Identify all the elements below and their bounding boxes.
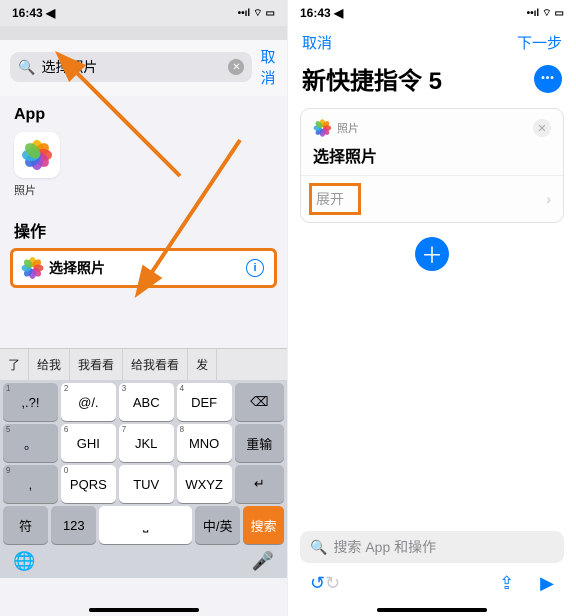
cand-0[interactable]: 了: [0, 349, 29, 380]
mic-icon[interactable]: 🎤: [252, 551, 274, 572]
cand-4[interactable]: 发: [188, 349, 217, 380]
signal-icon: ••ıl: [238, 8, 251, 19]
photos-icon: [23, 259, 41, 277]
location-icon: ◀: [46, 6, 55, 20]
photos-icon: [315, 121, 329, 135]
key-enter[interactable]: ↵: [235, 465, 284, 503]
key-lang[interactable]: 中/英: [195, 506, 240, 544]
photos-app-label: 照片: [14, 182, 273, 198]
expand-label: 展开: [316, 191, 344, 207]
home-indicator: [377, 608, 487, 612]
key-pqrs[interactable]: 0PQRS: [61, 465, 116, 503]
search-icon: 🔍: [18, 59, 35, 76]
toolbar: ↺ ↻ ⇪ ▶: [300, 571, 564, 594]
card-title: 选择照片: [313, 143, 551, 167]
cand-3[interactable]: 给我看看: [123, 349, 188, 380]
location-icon: ◀: [334, 6, 343, 20]
search-input[interactable]: [41, 59, 222, 75]
expand-row[interactable]: 展开 ›: [301, 175, 563, 222]
search-actions[interactable]: 🔍 搜索 App 和操作: [300, 531, 564, 563]
globe-icon[interactable]: 🌐: [13, 551, 35, 572]
cancel-button[interactable]: 取消: [302, 32, 332, 53]
key-def[interactable]: 4DEF: [177, 383, 232, 421]
close-icon[interactable]: ✕: [533, 119, 551, 137]
info-icon[interactable]: i: [246, 259, 264, 277]
key-symbols[interactable]: 符: [3, 506, 48, 544]
section-action: 操作: [0, 208, 287, 246]
key-123[interactable]: 123: [51, 506, 96, 544]
wifi-icon: ⌔: [542, 7, 551, 20]
key-space[interactable]: ⎵: [99, 506, 192, 544]
add-action-button[interactable]: ＋: [415, 237, 449, 271]
battery-icon: ▭: [266, 8, 275, 19]
key-tuv[interactable]: TUV: [119, 465, 174, 503]
key-reinput[interactable]: 重输: [235, 424, 284, 462]
cand-1[interactable]: 给我: [29, 349, 70, 380]
action-select-photos[interactable]: 选择照片 i: [10, 248, 277, 288]
clock: 16:43: [300, 6, 331, 20]
action-title: 选择照片: [49, 258, 238, 278]
section-app: App: [0, 96, 287, 128]
action-card: 照片 ✕ 选择照片 展开 ›: [300, 108, 564, 223]
background-hint: [0, 26, 287, 40]
photos-app-icon: [14, 132, 60, 178]
more-button[interactable]: •••: [534, 65, 562, 93]
key-abc[interactable]: 3ABC: [119, 383, 174, 421]
card-app-label: 照片: [337, 120, 359, 136]
search-icon: 🔍: [310, 539, 327, 556]
key-jkl[interactable]: 7JKL: [119, 424, 174, 462]
search-placeholder: 搜索 App 和操作: [333, 537, 436, 557]
key-mno[interactable]: 8MNO: [177, 424, 232, 462]
keyboard[interactable]: 1,.?! 2@/. 3ABC 4DEF ⌫ 5。 6GHI 7JKL 8MNO…: [0, 380, 287, 578]
play-icon[interactable]: ▶: [540, 573, 554, 594]
clear-icon[interactable]: ✕: [228, 59, 244, 75]
key-period[interactable]: 5。: [3, 424, 58, 462]
search-row: 🔍 ✕ 取消: [0, 40, 287, 96]
cancel-button[interactable]: 取消: [260, 46, 277, 88]
clock: 16:43: [12, 6, 43, 20]
key-punct[interactable]: 1,.?!: [3, 383, 58, 421]
screen-search: 16:43 ◀ ••ıl⌔ ▭ 🔍 ✕ 取消 App 照片 操作 选择照片 i 了…: [0, 0, 288, 616]
key-ghi[interactable]: 6GHI: [61, 424, 116, 462]
home-indicator: [89, 608, 199, 612]
key-delete[interactable]: ⌫: [235, 383, 284, 421]
status-bar: 16:43 ◀ ••ıl⌔ ▭: [288, 0, 576, 26]
screen-shortcut: 16:43 ◀ ••ıl⌔ ▭ 取消 下一步 新快捷指令 5 ••• 照片 ✕ 选…: [288, 0, 576, 616]
wifi-icon: ⌔: [253, 7, 262, 20]
cand-2[interactable]: 我看看: [70, 349, 123, 380]
battery-icon: ▭: [555, 8, 564, 19]
candidate-bar[interactable]: 了 给我 我看看 给我看看 发: [0, 348, 287, 380]
key-search[interactable]: 搜索: [243, 506, 284, 544]
shortcut-title: 新快捷指令 5: [302, 61, 442, 96]
next-button[interactable]: 下一步: [517, 32, 562, 53]
key-wxyz[interactable]: WXYZ: [177, 465, 232, 503]
redo-icon: ↻: [325, 573, 340, 594]
key-comma[interactable]: 9,: [3, 465, 58, 503]
chevron-right-icon: ›: [546, 191, 551, 207]
undo-icon[interactable]: ↺: [310, 573, 325, 594]
key-at[interactable]: 2@/.: [61, 383, 116, 421]
signal-icon: ••ıl: [527, 8, 540, 19]
share-icon[interactable]: ⇪: [499, 573, 514, 594]
app-result[interactable]: 照片: [0, 128, 287, 208]
status-bar: 16:43 ◀ ••ıl⌔ ▭: [0, 0, 287, 26]
search-box[interactable]: 🔍 ✕: [10, 52, 252, 82]
